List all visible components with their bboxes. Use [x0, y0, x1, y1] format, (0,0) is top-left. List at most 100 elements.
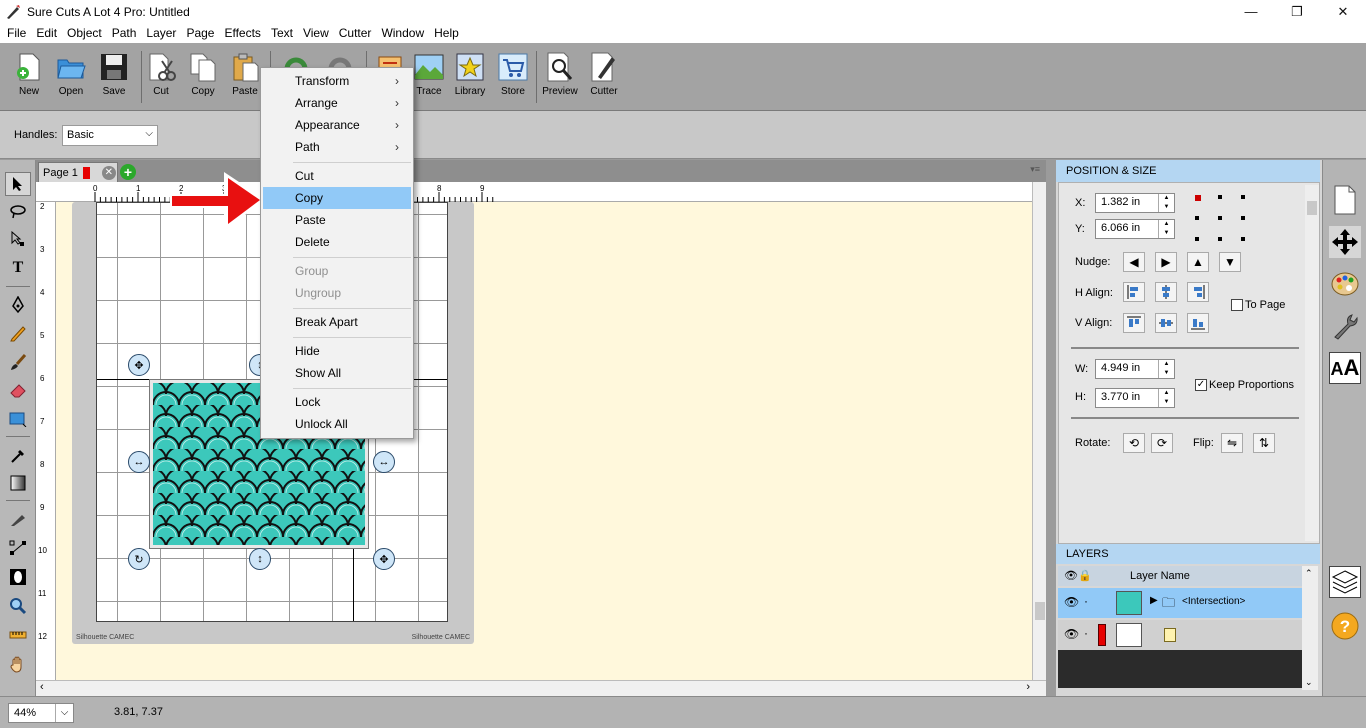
to-page-checkbox[interactable]	[1231, 299, 1243, 311]
menu-file[interactable]: File	[2, 23, 31, 43]
y-input[interactable]: 6.066 in ▲ ▼	[1095, 219, 1175, 239]
spinner-icon[interactable]: ▲ ▼	[1158, 389, 1174, 407]
x-input[interactable]: 1.382 in ▲ ▼	[1095, 193, 1175, 213]
position-panel-button[interactable]	[1329, 226, 1361, 258]
align-center-h-button[interactable]	[1155, 282, 1177, 302]
menu-path[interactable]: Path	[107, 23, 142, 43]
preview-button[interactable]: Preview	[537, 49, 583, 105]
maximize-button[interactable]: ❐	[1274, 0, 1320, 23]
help-button[interactable]: ?	[1329, 610, 1361, 642]
copy-button[interactable]: Copy	[180, 49, 226, 105]
expand-arrow-icon[interactable]: ▶	[1150, 595, 1158, 606]
menu-item-appearance[interactable]: Appearance ›	[263, 114, 411, 136]
corner-scale-handle-icon[interactable]: ✥	[373, 548, 395, 570]
menu-item-group[interactable]: Group	[263, 260, 411, 282]
rotate-right-button[interactable]: ⟳	[1151, 433, 1173, 453]
align-middle-button[interactable]	[1155, 313, 1177, 333]
menu-item-delete[interactable]: Delete	[263, 231, 411, 253]
reference-point-grid[interactable]	[1195, 195, 1245, 241]
gradient-tool[interactable]	[5, 471, 31, 495]
canvas-vertical-scrollbar[interactable]	[1032, 182, 1046, 680]
right-scale-handle-icon[interactable]: ↔	[373, 451, 395, 473]
align-bottom-button[interactable]	[1187, 313, 1209, 333]
align-right-button[interactable]	[1187, 282, 1209, 302]
open-button[interactable]: Open	[48, 49, 94, 105]
cut-button[interactable]: Cut	[138, 49, 184, 105]
nudge-down-button[interactable]: ▼	[1219, 252, 1241, 272]
menu-item-show-all[interactable]: Show All	[263, 362, 411, 384]
spinner-icon[interactable]: ▲ ▼	[1158, 194, 1174, 212]
layers-scrollbar[interactable]: ⌃ ⌄	[1302, 566, 1318, 690]
nudge-up-button[interactable]: ▲	[1187, 252, 1209, 272]
spinner-icon[interactable]: ▲ ▼	[1158, 360, 1174, 378]
rotate-handle-icon[interactable]: ↻	[128, 548, 150, 570]
menu-layer[interactable]: Layer	[141, 23, 181, 43]
align-top-button[interactable]	[1123, 313, 1145, 333]
eyedropper-tool[interactable]	[5, 443, 31, 467]
menu-item-arrange[interactable]: Arrange ›	[263, 92, 411, 114]
brush-tool[interactable]	[5, 350, 31, 374]
text-tool[interactable]: T	[5, 256, 31, 280]
knife-tool[interactable]	[5, 507, 31, 531]
library-button[interactable]: Library	[447, 49, 493, 105]
tab-menu-icon[interactable]: ▾≡	[1030, 164, 1040, 175]
position-size-scrollbar[interactable]	[1305, 185, 1319, 541]
zoom-select[interactable]: 44% ⌵	[8, 703, 74, 723]
color-panel-button[interactable]	[1329, 268, 1361, 300]
add-page-icon[interactable]: +	[120, 164, 136, 180]
flip-vertical-button[interactable]: ⇅	[1253, 433, 1275, 453]
align-left-button[interactable]	[1123, 282, 1145, 302]
zoom-tool[interactable]	[5, 594, 31, 618]
menu-text[interactable]: Text	[266, 23, 298, 43]
shape-edit-tool[interactable]	[5, 536, 31, 560]
weld-tool[interactable]	[5, 565, 31, 589]
scroll-left-icon[interactable]: ‹	[40, 681, 44, 693]
menu-item-ungroup[interactable]: Ungroup	[263, 282, 411, 304]
menu-edit[interactable]: Edit	[31, 23, 62, 43]
node-edit-tool[interactable]	[5, 227, 31, 251]
workspace[interactable]: Silhouette CAMEC Silhouette CAMEC ✥ ↕ ↔ …	[56, 202, 1032, 680]
menu-window[interactable]: Window	[376, 23, 429, 43]
scroll-right-icon[interactable]: ›	[1026, 681, 1030, 693]
canvas-horizontal-scrollbar[interactable]: ‹ ›	[36, 680, 1046, 696]
lasso-tool[interactable]	[5, 200, 31, 224]
new-button[interactable]: New	[6, 49, 52, 105]
menu-help[interactable]: Help	[429, 23, 464, 43]
tab-page-1[interactable]: Page 1 ✕	[38, 162, 118, 182]
layer-row-intersection[interactable]: 👁 · ▶ 🗀 <Intersection>	[1058, 588, 1302, 618]
flip-horizontal-button[interactable]: ⇋	[1221, 433, 1243, 453]
lock-icon[interactable]: 🔒	[1078, 566, 1092, 586]
pencil-tool[interactable]	[5, 321, 31, 345]
menu-item-lock[interactable]: Lock	[263, 391, 411, 413]
move-handle-icon[interactable]: ✥	[128, 354, 150, 376]
nudge-left-button[interactable]: ◀	[1123, 252, 1145, 272]
store-button[interactable]: Store	[490, 49, 536, 105]
nudge-right-button[interactable]: ▶	[1155, 252, 1177, 272]
menu-cutter[interactable]: Cutter	[334, 23, 377, 43]
scroll-up-icon[interactable]: ⌃	[1305, 568, 1313, 579]
text-panel-button[interactable]: AA	[1329, 352, 1361, 384]
cutter-button[interactable]: Cutter	[581, 49, 627, 105]
handles-select[interactable]: Basic ⌵	[62, 125, 158, 146]
menu-item-break-apart[interactable]: Break Apart	[263, 311, 411, 333]
eye-icon[interactable]: 👁	[1064, 595, 1079, 609]
keep-proportions-checkbox[interactable]: ✓	[1195, 379, 1207, 391]
left-scale-handle-icon[interactable]: ↔	[128, 451, 150, 473]
document-panel-button[interactable]	[1329, 184, 1361, 216]
menu-item-unlock-all[interactable]: Unlock All	[263, 413, 411, 435]
rotate-left-button[interactable]: ⟲	[1123, 433, 1145, 453]
menu-item-transform[interactable]: Transform ›	[263, 70, 411, 92]
eye-icon[interactable]: 👁	[1064, 627, 1079, 641]
tools-panel-button[interactable]	[1329, 310, 1361, 342]
close-page-icon[interactable]: ✕	[101, 165, 116, 180]
save-button[interactable]: Save	[91, 49, 137, 105]
select-tool[interactable]	[5, 172, 31, 196]
hand-tool[interactable]	[5, 652, 31, 676]
measure-tool[interactable]	[5, 623, 31, 647]
menu-item-paste[interactable]: Paste	[263, 209, 411, 231]
pen-tool[interactable]	[5, 293, 31, 317]
menu-view[interactable]: View	[298, 23, 334, 43]
close-button[interactable]: ✕	[1320, 0, 1366, 23]
scroll-down-icon[interactable]: ⌄	[1305, 677, 1313, 688]
layer-row-page[interactable]: 👁 ·	[1058, 620, 1302, 650]
